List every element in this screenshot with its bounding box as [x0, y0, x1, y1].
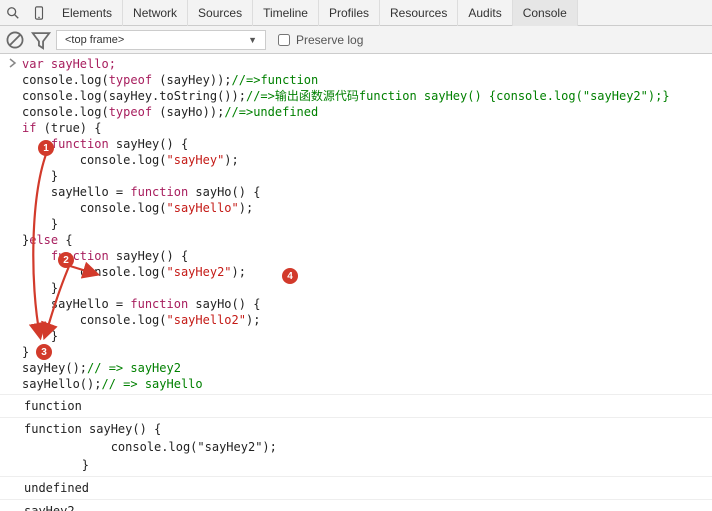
devtools-toolbar: Elements Network Sources Timeline Profil…: [0, 0, 712, 26]
devtools-tabs: Elements Network Sources Timeline Profil…: [52, 0, 578, 26]
console-output-1: function: [0, 395, 712, 418]
dropdown-triangle-icon: ▼: [248, 35, 257, 45]
tab-resources[interactable]: Resources: [380, 0, 458, 26]
console-output-4: sayHey2: [0, 500, 712, 511]
frame-select-label: <top frame>: [65, 34, 124, 46]
preserve-log[interactable]: Preserve log: [278, 33, 363, 47]
console-output-3: undefined: [0, 477, 712, 500]
annotation-badge-2: 2: [58, 252, 74, 268]
tab-audits[interactable]: Audits: [458, 0, 512, 26]
console-input-code[interactable]: var sayHello; console.log(typeof (sayHey…: [22, 56, 670, 392]
clear-console-icon[interactable]: [4, 29, 26, 51]
console-output-2: function sayHey() { console.log("sayHey2…: [0, 418, 712, 477]
annotation-badge-1: 1: [38, 140, 54, 156]
tab-elements[interactable]: Elements: [52, 0, 123, 26]
annotation-badge-3: 3: [36, 344, 52, 360]
preserve-log-checkbox[interactable]: [278, 34, 290, 46]
input-chevron-icon: [4, 56, 22, 68]
tab-network[interactable]: Network: [123, 0, 188, 26]
search-icon[interactable]: [0, 0, 26, 26]
console-body: 1 2 3 4 var sayHello; console.log(typeof…: [0, 54, 712, 511]
filter-icon[interactable]: [30, 29, 52, 51]
device-icon[interactable]: [26, 0, 52, 26]
preserve-log-label: Preserve log: [296, 33, 363, 47]
console-input-entry: var sayHello; console.log(typeof (sayHey…: [0, 54, 712, 395]
annotation-badge-4: 4: [282, 268, 298, 284]
tab-profiles[interactable]: Profiles: [319, 0, 380, 26]
tab-timeline[interactable]: Timeline: [253, 0, 319, 26]
tab-sources[interactable]: Sources: [188, 0, 253, 26]
tab-console[interactable]: Console: [513, 0, 578, 26]
frame-select[interactable]: <top frame> ▼: [56, 30, 266, 50]
console-subbar: <top frame> ▼ Preserve log: [0, 26, 712, 54]
